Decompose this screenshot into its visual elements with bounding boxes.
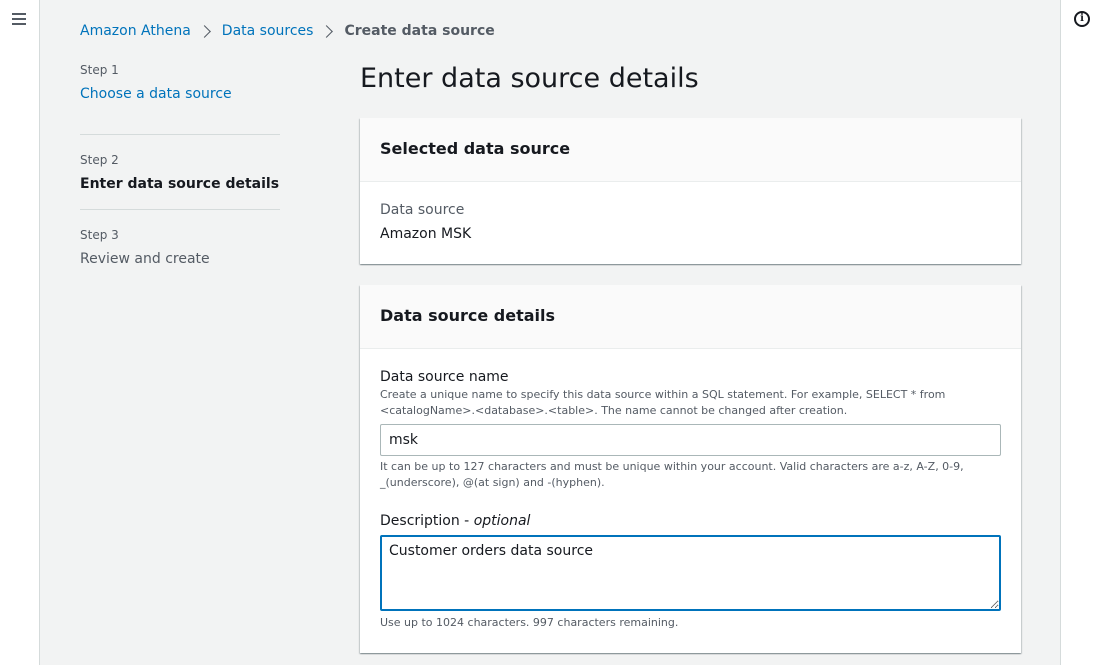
hamburger-menu-icon[interactable]	[12, 13, 26, 25]
page-title: Enter data source details	[360, 63, 699, 94]
description-constraint: Use up to 1024 characters. 997 character…	[380, 616, 679, 629]
data-source-label: Data source	[380, 202, 465, 218]
wizard-steps: Step 1 Choose a data source Step 2 Enter…	[80, 60, 280, 285]
data-source-name-label: Data source name	[380, 369, 509, 385]
panel-body: Data source name Create a unique name to…	[360, 349, 1021, 651]
breadcrumb: Amazon Athena Data sources Create data s…	[80, 21, 495, 41]
step-link-choose-data-source[interactable]: Choose a data source	[80, 84, 280, 104]
tools-rail: i	[1060, 0, 1103, 665]
step-number: Step 3	[80, 228, 119, 242]
panel-title: Data source details	[380, 306, 556, 325]
data-source-value: Amazon MSK	[380, 226, 472, 242]
description-textarea[interactable]: Customer orders data source	[380, 535, 1001, 611]
info-icon[interactable]: i	[1074, 11, 1090, 27]
chevron-right-icon	[320, 24, 334, 38]
breadcrumb-amazon-athena[interactable]: Amazon Athena	[80, 23, 191, 39]
step-number: Step 2	[80, 153, 119, 167]
step-review-and-create: Review and create	[80, 251, 210, 267]
wizard-step-2: Step 2 Enter data source details	[80, 135, 280, 210]
description-label-text: Description -	[380, 513, 474, 529]
data-source-name-input[interactable]	[380, 424, 1001, 456]
optional-tag: optional	[473, 513, 531, 529]
wizard-step-3: Step 3 Review and create	[80, 210, 280, 285]
description-label: Description - optional	[380, 512, 1001, 530]
chevron-right-icon	[197, 24, 211, 38]
panel-header: Data source details	[360, 285, 1021, 349]
selected-data-source-panel: Selected data source Data source Amazon …	[360, 118, 1021, 264]
panel-header: Selected data source	[360, 118, 1021, 182]
breadcrumb-data-sources[interactable]: Data sources	[222, 23, 314, 39]
step-number: Step 1	[80, 63, 119, 77]
navigation-rail	[0, 0, 40, 665]
panel-title: Selected data source	[380, 139, 571, 158]
wizard-step-1: Step 1 Choose a data source	[80, 60, 280, 135]
data-source-name-description: Create a unique name to specify this dat…	[380, 388, 946, 417]
step-current-enter-details: Enter data source details	[80, 176, 280, 192]
breadcrumb-current: Create data source	[344, 23, 495, 39]
data-source-details-panel: Data source details Data source name Cre…	[360, 285, 1021, 653]
data-source-name-constraint: It can be up to 127 characters and must …	[380, 460, 964, 489]
panel-body: Data source Amazon MSK	[360, 182, 1021, 263]
